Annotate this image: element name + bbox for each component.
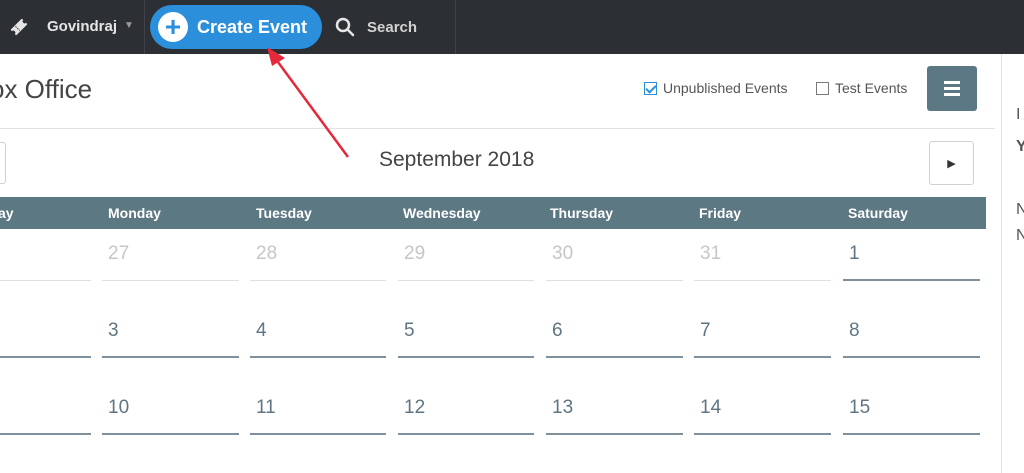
search-icon <box>335 17 355 37</box>
create-event-button[interactable]: + Create Event <box>150 5 322 49</box>
menu-button[interactable] <box>927 66 977 111</box>
day-number: 1 <box>849 243 860 264</box>
page-title: ox Office <box>0 74 93 104</box>
calendar-day[interactable]: 14 <box>694 397 831 435</box>
test-events-checkbox[interactable] <box>816 81 829 95</box>
header-divider <box>0 128 995 129</box>
calendar-day[interactable]: 11 <box>250 397 386 435</box>
calendar-day[interactable]: 31 <box>694 243 831 281</box>
create-event-label: Create Event <box>197 16 308 37</box>
month-title: September 2018 <box>379 148 535 171</box>
weekday-header: ay Monday Tuesday Wednesday Thursday Fri… <box>0 197 986 229</box>
ticket-icon[interactable] <box>8 16 30 38</box>
top-navigation-bar: Govindraj ▼ + Create Event Search <box>0 0 1024 54</box>
test-events-label: Test Events <box>835 80 908 96</box>
weekday-saturday: Saturday <box>848 205 908 221</box>
day-number: 12 <box>404 397 426 418</box>
day-number: 27 <box>108 243 130 264</box>
weekday-friday: Friday <box>699 205 742 221</box>
day-number: 11 <box>256 397 276 418</box>
calendar-day[interactable]: 1 <box>843 243 980 281</box>
calendar-day[interactable]: 15 <box>843 397 980 435</box>
day-number: 30 <box>552 243 574 264</box>
calendar-day[interactable]: 5 <box>398 320 534 358</box>
calendar-day[interactable]: 30 <box>546 243 683 281</box>
previous-month-button[interactable] <box>0 142 6 184</box>
day-number: 10 <box>108 397 130 418</box>
test-events-filter[interactable]: Test Events <box>816 80 907 96</box>
calendar-day[interactable] <box>0 397 91 435</box>
day-number: 4 <box>256 320 267 341</box>
weekday-sunday: ay <box>0 205 14 221</box>
day-number: 8 <box>849 320 860 341</box>
calendar-day[interactable] <box>0 243 91 281</box>
nav-divider <box>144 0 145 54</box>
calendar-day[interactable]: 8 <box>843 320 980 358</box>
unpublished-events-label: Unpublished Events <box>663 80 788 96</box>
calendar-day[interactable]: 10 <box>102 397 239 435</box>
sidebar-divider <box>1001 54 1002 473</box>
hamburger-icon <box>944 87 960 90</box>
sidebar-text: Y <box>1016 138 1024 155</box>
plus-icon: + <box>158 12 188 42</box>
weekday-wednesday: Wednesday <box>403 205 481 221</box>
day-number: 31 <box>700 243 722 264</box>
sidebar-text: I <box>1016 106 1021 123</box>
hamburger-icon <box>944 93 960 96</box>
weekday-tuesday: Tuesday <box>256 205 312 221</box>
unpublished-events-filter[interactable]: Unpublished Events <box>644 80 788 96</box>
calendar-day[interactable]: 3 <box>102 320 239 358</box>
day-number: 6 <box>552 320 563 341</box>
day-number: 28 <box>256 243 278 264</box>
calendar-day[interactable]: 29 <box>398 243 534 281</box>
next-month-button[interactable]: ▶ <box>929 141 974 185</box>
sidebar-text: N <box>1016 227 1024 244</box>
calendar-day[interactable]: 7 <box>694 320 831 358</box>
calendar-day[interactable]: 6 <box>546 320 683 358</box>
calendar-day[interactable]: 4 <box>250 320 386 358</box>
calendar-day[interactable]: 12 <box>398 397 534 435</box>
unpublished-events-checkbox[interactable] <box>644 81 657 95</box>
day-number: 7 <box>700 320 711 341</box>
day-number: 14 <box>700 397 722 418</box>
user-menu[interactable]: Govindraj <box>47 18 117 35</box>
day-number: 15 <box>849 397 871 418</box>
sidebar-text: N <box>1016 201 1024 218</box>
day-number: 29 <box>404 243 426 264</box>
search-label: Search <box>367 18 418 36</box>
search-button[interactable]: Search <box>335 15 417 39</box>
weekday-monday: Monday <box>108 205 161 221</box>
nav-divider <box>455 0 456 54</box>
calendar-day[interactable]: 27 <box>102 243 239 281</box>
weekday-thursday: Thursday <box>550 205 614 221</box>
calendar-day[interactable] <box>0 320 91 358</box>
chevron-down-icon[interactable]: ▼ <box>124 20 134 31</box>
hamburger-icon <box>944 81 960 84</box>
calendar-day[interactable]: 28 <box>250 243 386 281</box>
chevron-right-icon: ▶ <box>947 157 956 170</box>
day-number: 13 <box>552 397 574 418</box>
day-number: 3 <box>108 320 119 341</box>
day-number: 5 <box>404 320 415 341</box>
calendar-day[interactable]: 13 <box>546 397 683 435</box>
